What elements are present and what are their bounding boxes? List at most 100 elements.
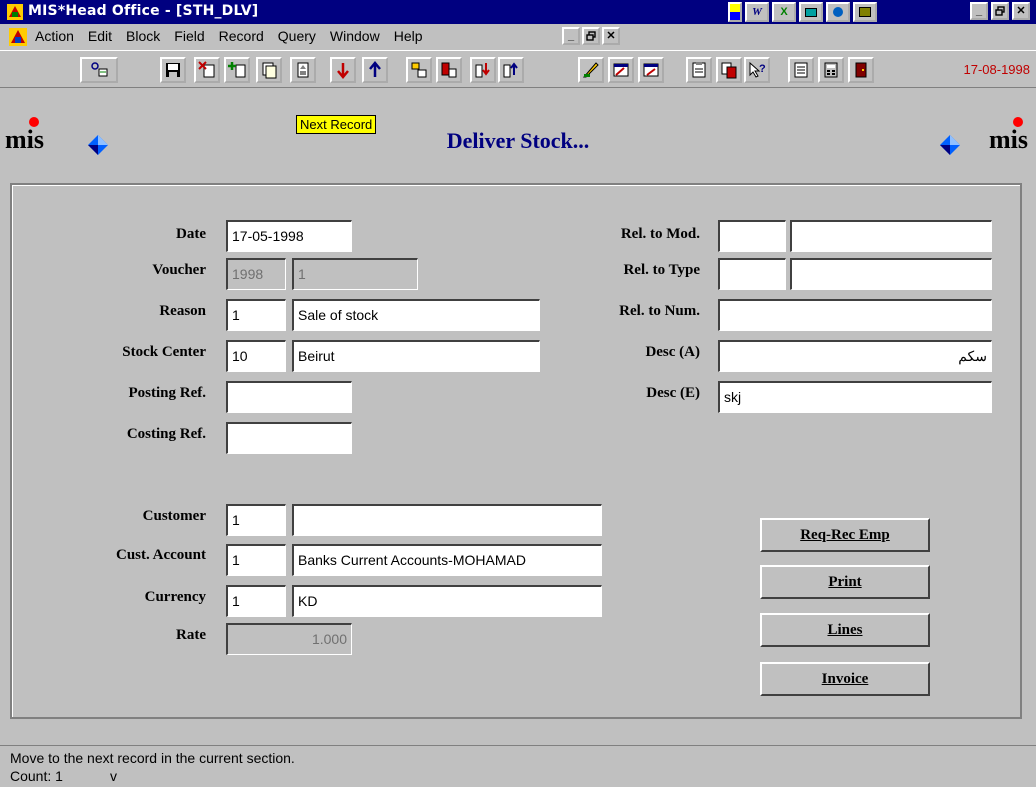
close-button[interactable]: ✕: [1012, 2, 1030, 20]
costing-ref-label: Costing Ref.: [126, 426, 206, 442]
word-icon[interactable]: W: [745, 2, 769, 22]
edit-button[interactable]: [578, 57, 604, 83]
excel-icon[interactable]: X: [772, 2, 796, 22]
invoice-label: Invoice: [821, 670, 869, 687]
tray-icon-1[interactable]: [728, 2, 742, 22]
invoice-button[interactable]: Invoice: [760, 662, 930, 696]
previous-record-button[interactable]: [362, 57, 388, 83]
document-icon[interactable]: [8, 27, 28, 47]
menu-action[interactable]: Action: [33, 28, 76, 44]
access-icon[interactable]: [853, 2, 877, 22]
next-record-arrow-button[interactable]: [330, 57, 356, 83]
status-bar: Move to the next record in the current s…: [0, 745, 1036, 787]
rel-to-mod-code-field[interactable]: [718, 220, 786, 252]
calculator-icon: [824, 62, 838, 78]
status-mode: v: [110, 768, 117, 784]
app-icon[interactable]: [6, 3, 24, 21]
mdi-restore-button[interactable]: [582, 27, 600, 45]
next-block-icon: [411, 62, 427, 78]
toolbar: ? 17-08-1998: [0, 50, 1036, 88]
svg-text:mis: mis: [989, 125, 1028, 154]
desc-e-field[interactable]: skj: [718, 381, 992, 413]
restore-button[interactable]: [991, 2, 1009, 20]
mdi-minimize-button[interactable]: _: [562, 27, 580, 45]
next-record-toolbar-button[interactable]: [290, 57, 316, 83]
copy-button[interactable]: [686, 57, 712, 83]
costing-ref-field[interactable]: [226, 422, 352, 454]
previous-block-button[interactable]: [436, 57, 462, 83]
menu-block[interactable]: Block: [124, 28, 162, 44]
calculator-button[interactable]: [818, 57, 844, 83]
print-label: Print: [828, 573, 862, 590]
delete-record-button[interactable]: [194, 57, 220, 83]
window-title: MIS*Head Office - [STH_DLV]: [28, 3, 259, 19]
minimize-button[interactable]: _: [970, 2, 988, 20]
help-icon: ?: [749, 61, 766, 78]
next-record-icon: [297, 62, 309, 78]
print-button[interactable]: [788, 57, 814, 83]
print-form-button[interactable]: Print: [760, 565, 930, 599]
currency-code-field[interactable]: 1: [226, 585, 286, 617]
menu-record[interactable]: Record: [217, 28, 266, 44]
date-field[interactable]: 17-05-1998: [226, 220, 352, 252]
rel-to-mod-label: Rel. to Mod.: [620, 226, 700, 242]
exit-button[interactable]: [848, 57, 874, 83]
cust-account-name-field[interactable]: Banks Current Accounts-MOHAMAD: [292, 544, 602, 576]
rel-to-num-label: Rel. to Num.: [619, 303, 700, 319]
menu-window[interactable]: Window: [328, 28, 382, 44]
rel-to-type-code-field[interactable]: [718, 258, 786, 290]
svg-text:?: ?: [759, 63, 766, 75]
menu-field[interactable]: Field: [172, 28, 206, 44]
save-button[interactable]: [160, 57, 186, 83]
next-block-button[interactable]: [406, 57, 432, 83]
voucher-year-field[interactable]: 1998: [226, 258, 286, 290]
query-button[interactable]: [80, 57, 118, 83]
voucher-number-field[interactable]: 1: [292, 258, 418, 290]
list-values-icon: [613, 63, 629, 77]
rate-field[interactable]: 1.000: [226, 623, 352, 655]
duplicate-record-button[interactable]: [256, 57, 282, 83]
mdi-close-button[interactable]: ✕: [602, 27, 620, 45]
menu-edit[interactable]: Edit: [86, 28, 114, 44]
reason-label: Reason: [159, 303, 206, 319]
paste-button[interactable]: [716, 57, 742, 83]
rel-to-type-name-field[interactable]: [790, 258, 992, 290]
list-values-button[interactable]: [608, 57, 634, 83]
desc-a-field[interactable]: سكم: [718, 340, 992, 372]
execute-query-button[interactable]: [498, 57, 524, 83]
currency-name-field[interactable]: KD: [292, 585, 602, 617]
rel-to-mod-name-field[interactable]: [790, 220, 992, 252]
mdi-window-controls: _ ✕: [562, 27, 620, 45]
stock-center-name-field[interactable]: Beirut: [292, 340, 540, 372]
arrow-down-icon: [337, 63, 349, 79]
exit-icon: [855, 62, 867, 78]
delete-record-icon: [198, 61, 215, 78]
stock-center-code-field[interactable]: 10: [226, 340, 286, 372]
insert-record-button[interactable]: [224, 57, 250, 83]
req-rec-emp-button[interactable]: Req-Rec Emp: [760, 518, 930, 552]
form-title: Deliver Stock...: [446, 128, 590, 153]
reason-name-field[interactable]: Sale of stock: [292, 299, 540, 331]
diamond-icon-right: [940, 135, 960, 155]
customer-name-field[interactable]: [292, 504, 602, 536]
help-button[interactable]: ?: [744, 57, 770, 83]
posting-ref-field[interactable]: [226, 381, 352, 413]
rel-to-num-field[interactable]: [718, 299, 992, 331]
lines-label: Lines: [827, 621, 863, 638]
schedule-icon[interactable]: [826, 2, 850, 22]
menu-help[interactable]: Help: [392, 28, 425, 44]
edit-icon: [582, 62, 599, 78]
enter-query-button[interactable]: [470, 57, 496, 83]
cust-account-code-field[interactable]: 1: [226, 544, 286, 576]
reason-code-field[interactable]: 1: [226, 299, 286, 331]
clear-button[interactable]: [638, 57, 664, 83]
date-label: Date: [176, 226, 206, 242]
desc-e-label: Desc (E): [646, 385, 700, 401]
previous-block-icon: [441, 62, 457, 78]
powerpoint-icon[interactable]: [799, 2, 823, 22]
menu-query[interactable]: Query: [276, 28, 318, 44]
next-record-tooltip: Next Record: [296, 115, 377, 134]
lines-button[interactable]: Lines: [760, 613, 930, 647]
rel-to-type-label: Rel. to Type: [623, 262, 700, 278]
customer-code-field[interactable]: 1: [226, 504, 286, 536]
